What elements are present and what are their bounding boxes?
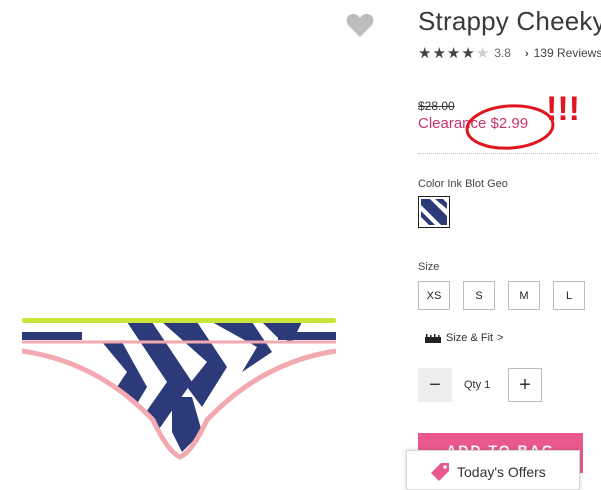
color-label: Color Ink Blot Geo bbox=[418, 178, 508, 190]
star-icon: ★ bbox=[446, 43, 461, 62]
size-fit-label: Size & Fit bbox=[446, 332, 494, 344]
ruler-icon bbox=[425, 333, 441, 343]
size-label: Size bbox=[418, 261, 440, 273]
swatch-pattern bbox=[421, 199, 447, 225]
size-option-s[interactable]: S bbox=[463, 281, 495, 310]
star-icon: ★ bbox=[432, 43, 446, 62]
product-image bbox=[22, 318, 337, 460]
star-icon: ★ bbox=[461, 43, 475, 62]
star-icon: ★ bbox=[418, 43, 432, 62]
color-swatch-ink-blot-geo[interactable] bbox=[418, 196, 450, 228]
tag-icon bbox=[431, 463, 449, 481]
annotation-text: !!! bbox=[546, 90, 580, 128]
original-price: $28.00 bbox=[418, 99, 455, 113]
rating-row: ★ ★ ★ ★ ★ 3.8 › 139 Reviews bbox=[418, 44, 601, 62]
todays-offers-label: Today's Offers bbox=[457, 464, 546, 480]
size-option-xs[interactable]: XS bbox=[418, 281, 450, 310]
size-option-m[interactable]: M bbox=[508, 281, 540, 310]
size-option-l[interactable]: L bbox=[553, 281, 585, 310]
product-title: Strappy Cheeky bbox=[418, 6, 601, 36]
chevron-right-icon: > bbox=[497, 332, 504, 344]
star-empty-icon: ★ bbox=[475, 43, 490, 62]
reviews-count: 139 Reviews bbox=[533, 46, 601, 60]
divider bbox=[418, 153, 598, 154]
quantity-decrease-button[interactable]: − bbox=[418, 368, 452, 402]
quantity-increase-button[interactable]: + bbox=[508, 368, 542, 402]
todays-offers-button[interactable]: Today's Offers bbox=[406, 450, 580, 490]
quantity-label: Qty 1 bbox=[464, 379, 491, 391]
reviews-link[interactable]: › 139 Reviews bbox=[525, 46, 601, 60]
rating-value: 3.8 bbox=[494, 46, 511, 60]
size-fit-link[interactable]: Size & Fit > bbox=[425, 332, 504, 344]
heart-icon[interactable] bbox=[346, 12, 374, 38]
clearance-price: Clearance $2.99 bbox=[418, 115, 529, 132]
chevron-right-icon: › bbox=[524, 48, 529, 60]
